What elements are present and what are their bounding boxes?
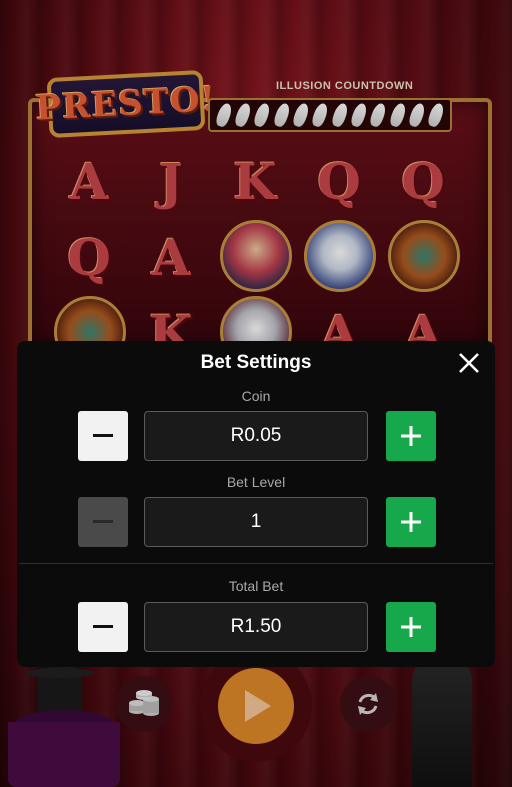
coin-increase-button[interactable] — [386, 411, 436, 461]
total-bet-decrease-button[interactable] — [78, 602, 128, 652]
coin-decrease-button[interactable] — [78, 411, 128, 461]
bet-settings-modal: Bet Settings Coin R0.05 Bet Level 1 Tota… — [17, 341, 495, 667]
minus-icon — [93, 434, 113, 437]
bet-level-increase-button[interactable] — [386, 497, 436, 547]
total-bet-value: R1.50 — [144, 602, 368, 652]
modal-title: Bet Settings — [200, 352, 312, 373]
close-icon — [459, 353, 479, 373]
section-divider — [19, 563, 493, 564]
plus-icon — [401, 617, 421, 637]
plus-icon — [401, 512, 421, 532]
minus-icon — [93, 625, 113, 628]
bet-level-value: 1 — [144, 497, 368, 547]
total-bet-increase-button[interactable] — [386, 602, 436, 652]
total-bet-label: Total Bet — [228, 578, 284, 594]
coin-label: Coin — [241, 388, 271, 404]
minus-icon — [93, 520, 113, 523]
bet-level-decrease-button[interactable] — [78, 497, 128, 547]
close-button[interactable] — [455, 349, 483, 377]
bet-level-label: Bet Level — [226, 474, 286, 490]
plus-icon — [401, 426, 421, 446]
coin-value: R0.05 — [144, 411, 368, 461]
